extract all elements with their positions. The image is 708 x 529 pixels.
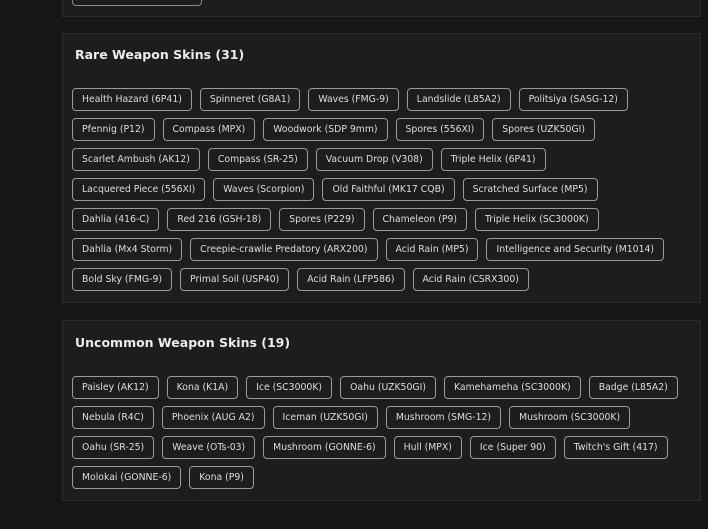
rare-skins-list: Health Hazard (6P41) Spinneret (G8A1) Wave… xyxy=(72,88,665,291)
skin-chip[interactable]: Ice (Super 90) xyxy=(469,436,556,459)
skin-chip[interactable]: Triple Helix (6P41) xyxy=(440,148,546,171)
previous-section-chip[interactable] xyxy=(72,0,202,6)
skin-chip[interactable]: Spinneret (G8A1) xyxy=(199,88,301,111)
skin-chip[interactable]: Spores (P229) xyxy=(279,208,365,231)
skin-row: Lacquered Piece (556XI) Waves (Scorpion) O… xyxy=(72,178,664,201)
skin-chip[interactable]: Landslide (L85A2) xyxy=(406,88,511,111)
uncommon-skins-title: Uncommon Weapon Skins (19) xyxy=(75,335,291,350)
skin-chip[interactable]: Old Faithful (MK17 CQB) xyxy=(322,178,455,201)
skin-row: Pfennig (P12) Compass (MPX) Woodwork (SDP … xyxy=(72,118,664,141)
skin-row: Dahlia (416-C) Red 216 (GSH-18) Spores (P2… xyxy=(72,208,664,231)
skin-chip[interactable]: Paisley (AK12) xyxy=(72,376,159,399)
skin-chip[interactable]: Spores (UZK50GI) xyxy=(492,118,596,141)
skin-chip[interactable]: Ice (SC3000K) xyxy=(246,376,333,399)
rare-skins-title: Rare Weapon Skins (31) xyxy=(75,47,245,62)
skin-chip[interactable]: Kona (P9) xyxy=(189,466,254,489)
skin-chip[interactable]: Triple Helix (SC3000K) xyxy=(475,208,599,231)
skin-chip[interactable]: Waves (Scorpion) xyxy=(213,178,315,201)
skin-chip[interactable]: Chameleon (P9) xyxy=(372,208,467,231)
skin-row: Scarlet Ambush (AK12) Compass (SR-25) Vacu… xyxy=(72,148,664,171)
skin-chip[interactable]: Acid Rain (MP5) xyxy=(385,238,479,261)
skin-chip[interactable]: Red 216 (GSH-18) xyxy=(167,208,272,231)
skin-chip[interactable]: Mushroom (SMG-12) xyxy=(385,406,502,429)
skin-chip[interactable]: Mushroom (SC3000K) xyxy=(509,406,631,429)
skin-chip[interactable]: Hull (MPX) xyxy=(393,436,462,459)
skin-chip[interactable]: Acid Rain (CSRX300) xyxy=(412,268,529,291)
skin-chip[interactable]: Health Hazard (6P41) xyxy=(72,88,192,111)
previous-section-panel xyxy=(62,0,701,17)
skin-row: Dahlia (Mx4 Storm) Creepie-crawlie Predat… xyxy=(72,238,665,261)
skin-chip[interactable]: Oahu (UZK50GI) xyxy=(340,376,436,399)
skin-chip[interactable]: Mushroom (GONNE-6) xyxy=(263,436,386,459)
skin-chip[interactable]: Pfennig (P12) xyxy=(72,118,155,141)
skin-chip[interactable]: Nebula (R4C) xyxy=(72,406,154,429)
skin-row: Oahu (SR-25) Weave (OTs-03) Mushroom (GONN… xyxy=(72,436,678,459)
skin-chip[interactable]: Dahlia (Mx4 Storm) xyxy=(72,238,183,261)
rare-skins-panel: Rare Weapon Skins (31) Health Hazard (6P… xyxy=(62,33,701,303)
skin-chip[interactable]: Politsiya (SASG-12) xyxy=(518,88,628,111)
uncommon-skins-panel: Uncommon Weapon Skins (19) Paisley (AK12… xyxy=(62,320,701,501)
skin-chip[interactable]: Intelligence and Security (M1014) xyxy=(486,238,665,261)
skin-chip[interactable]: Creepie-crawlie Predatory (ARX200) xyxy=(190,238,378,261)
skin-chip[interactable]: Oahu (SR-25) xyxy=(72,436,155,459)
skin-chip[interactable]: Bold Sky (FMG-9) xyxy=(72,268,173,291)
skin-chip[interactable]: Scarlet Ambush (AK12) xyxy=(72,148,200,171)
skin-chip[interactable]: Vacuum Drop (V308) xyxy=(315,148,433,171)
skin-chip[interactable]: Woodwork (SDP 9mm) xyxy=(263,118,388,141)
skin-row: Bold Sky (FMG-9) Primal Soil (USP40) Acid … xyxy=(72,268,664,291)
skin-row: Paisley (AK12) Kona (K1A) Ice (SC3000K) Oah… xyxy=(72,376,678,399)
skin-chip[interactable]: Acid Rain (LFP586) xyxy=(297,268,405,291)
skin-chip[interactable]: Compass (SR-25) xyxy=(207,148,308,171)
skin-chip[interactable]: Kona (K1A) xyxy=(166,376,239,399)
skin-row: Health Hazard (6P41) Spinneret (G8A1) Wave… xyxy=(72,88,664,111)
skin-chip[interactable]: Kamehameha (SC3000K) xyxy=(443,376,581,399)
skin-chip[interactable]: Compass (MPX) xyxy=(162,118,256,141)
skin-chip[interactable]: Weave (OTs-03) xyxy=(162,436,256,459)
skin-chip[interactable]: Iceman (UZK50GI) xyxy=(272,406,378,429)
skin-chip[interactable]: Scratched Surface (MP5) xyxy=(462,178,598,201)
skin-chip[interactable]: Phoenix (AUG A2) xyxy=(161,406,265,429)
skin-row: Nebula (R4C) Phoenix (AUG A2) Iceman (UZK5… xyxy=(72,406,678,429)
skin-chip[interactable]: Primal Soil (USP40) xyxy=(180,268,290,291)
skin-chip[interactable]: Waves (FMG-9) xyxy=(308,88,399,111)
uncommon-skins-list: Paisley (AK12) Kona (K1A) Ice (SC3000K) Oah… xyxy=(72,376,678,489)
skin-chip[interactable]: Spores (556XI) xyxy=(395,118,485,141)
skin-chip[interactable]: Molokai (GONNE-6) xyxy=(72,466,182,489)
skin-row: Molokai (GONNE-6) Kona (P9) xyxy=(72,466,678,489)
skin-chip[interactable]: Lacquered Piece (556XI) xyxy=(72,178,206,201)
skin-chip[interactable]: Twitch's Gift (417) xyxy=(563,436,668,459)
skin-chip[interactable]: Dahlia (416-C) xyxy=(72,208,160,231)
skin-chip[interactable]: Badge (L85A2) xyxy=(588,376,678,399)
